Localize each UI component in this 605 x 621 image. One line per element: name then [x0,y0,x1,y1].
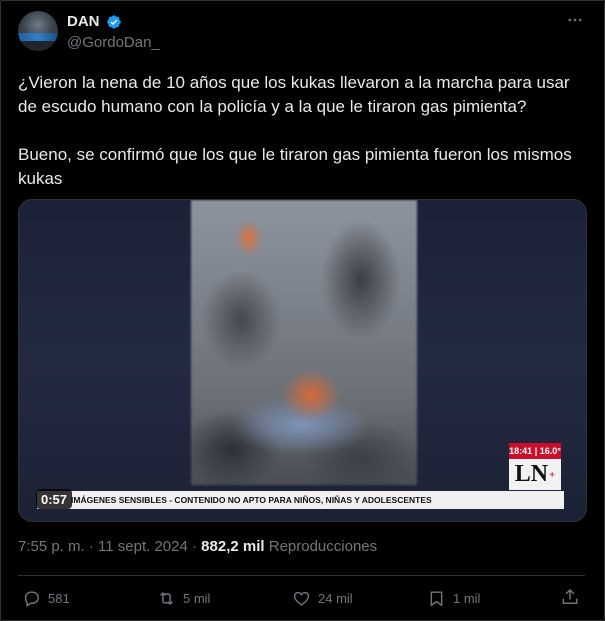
repost-button[interactable]: 5 mil [157,588,210,608]
bookmark-button[interactable]: 1 mil [427,588,480,608]
more-dots-icon [568,18,582,22]
repost-count: 5 mil [183,590,211,606]
tweet-paragraph: ¿Vieron la nena de 10 años que los kukas… [18,73,570,116]
author-avatar[interactable] [18,11,58,51]
tweet-paragraph: Bueno, se confirmó que los que le tiraro… [18,145,572,188]
heart-icon [293,591,310,606]
like-count: 24 mil [318,590,353,606]
channel-logo-sup: + [549,468,556,481]
reply-button[interactable]: 581 [22,588,70,608]
reply-icon [24,590,39,607]
avatar-ground [18,41,58,51]
verified-badge-icon [107,15,121,29]
like-button[interactable]: 24 mil [292,588,353,608]
author-handle[interactable]: @GordoDan_ [67,34,160,51]
channel-logo-text: LN [514,461,549,487]
reply-count: 581 [48,590,70,606]
video-duration: 0:57 [36,489,73,509]
video-player[interactable]: 18:41 | 16.0° LN + IMÁGENES SENSIBLES - C… [18,199,587,522]
author-name[interactable]: DAN [67,13,100,30]
divider [18,575,585,576]
video-frame [191,200,417,485]
share-icon[interactable] [560,587,580,607]
warning-banner: IMÁGENES SENSIBLES - CONTENIDO NO APTO P… [37,491,564,509]
repost-icon [160,591,173,605]
tweet-meta: 7:55 p. m. · 11 sept. 2024 · 882,2 mil R… [18,538,377,555]
bookmark-count: 1 mil [453,590,481,606]
timestamp[interactable]: 7:55 p. m. · 11 sept. 2024 · [18,538,201,555]
channel-bug: 18:41 | 16.0° LN + [509,443,561,491]
bookmark-icon [430,590,443,607]
channel-time: 18:41 | 16.0° [509,443,561,459]
tweet-text: ¿Vieron la nena de 10 años que los kukas… [18,71,588,191]
more-icon[interactable] [565,10,585,30]
view-count: 882,2 mil [201,538,265,555]
views-label: Reproducciones [264,538,378,555]
channel-logo: LN + [509,459,561,490]
